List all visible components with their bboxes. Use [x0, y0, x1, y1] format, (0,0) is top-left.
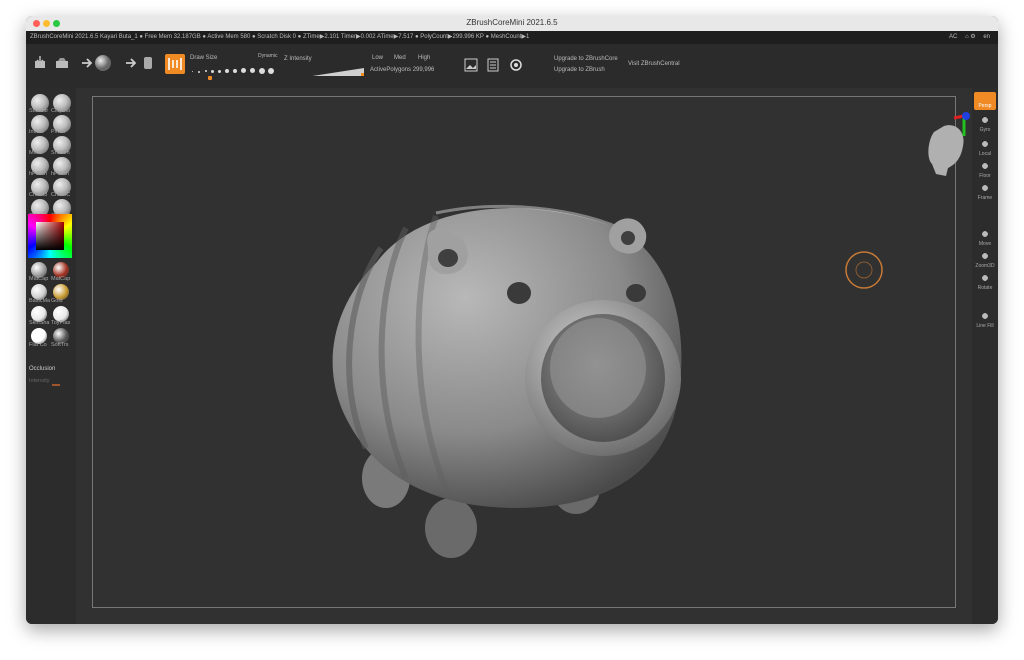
shelf-label: Local [979, 151, 991, 157]
window-title: ZBrushCoreMini 2021.6.5 [466, 18, 558, 27]
brush-label: hPolish [29, 171, 48, 177]
pig-model[interactable] [76, 88, 972, 624]
image-icon[interactable] [464, 58, 478, 72]
shelf-label: Rotate [977, 285, 993, 291]
shelf-label: Move [978, 241, 992, 247]
shelf-label: Zoom3D [975, 263, 995, 269]
material-label: Gold [51, 298, 63, 304]
upgrade-core-link[interactable]: Upgrade to ZBrushCore [554, 56, 618, 62]
status-text: ZBrushCoreMini 2021.6.5 Kayari Buta_1 ● … [30, 34, 530, 40]
brush-label: Inflate [29, 129, 44, 135]
shelf-label: Line Fill [976, 323, 994, 329]
color-picker[interactable] [28, 214, 72, 258]
material-label: Flat Co [29, 342, 47, 348]
top-toolbar: Draw Size Dynamic Z Intensity Low Med Hi… [26, 44, 998, 89]
z-intensity-slider[interactable] [306, 66, 364, 76]
shelf-button[interactable] [978, 138, 992, 150]
status-bar: ZBrushCoreMini 2021.6.5 Kayari Buta_1 ● … [26, 31, 998, 44]
active-polygons: ActivePolygons 299,996 [370, 67, 435, 73]
shelf-label: Floor [979, 173, 991, 179]
brush-label: Chisel3 [29, 192, 48, 198]
status-language[interactable]: en [983, 34, 990, 40]
resolution-low[interactable]: Low [372, 55, 383, 61]
color-picker-square[interactable] [36, 222, 64, 250]
status-ac[interactable]: AC [949, 34, 957, 40]
document-icon[interactable] [486, 58, 500, 72]
navigation-head-icon [928, 125, 964, 176]
shelf-button[interactable] [978, 250, 992, 262]
brush-label: Snakeh [51, 150, 70, 156]
shelf-button[interactable] [978, 160, 992, 172]
menu-icons[interactable]: ⌂ ⚙ [965, 34, 976, 40]
brush-label: ChiselC [51, 192, 71, 198]
title-bar: ZBrushCoreMini 2021.6.5 [26, 16, 998, 32]
left-palette: Standar ClayBui Inflate Pinch Move Snakeh hPol… [26, 88, 76, 624]
brush-label: Move [29, 150, 43, 156]
intensity-label: Intensity [29, 378, 50, 384]
material-label: MatCap [29, 276, 49, 282]
export-icon[interactable] [54, 55, 70, 71]
upgrade-zbrush-link[interactable]: Upgrade to ZBrush [554, 67, 605, 73]
app-window: ZBrushCoreMini 2021.6.5 ZBrushCoreMini 2… [26, 16, 998, 624]
draw-size-label: Draw Size [190, 55, 218, 61]
shelf-button[interactable] [978, 228, 992, 240]
shelf-button[interactable] [978, 272, 992, 284]
resolution-high[interactable]: High [418, 55, 430, 61]
draw-icon [168, 58, 182, 70]
shelf-button[interactable] [978, 114, 992, 126]
z-intensity-label: Z Intensity [284, 56, 312, 62]
arrow-right-icon [126, 58, 137, 68]
draw-button[interactable] [165, 54, 185, 74]
import-icon[interactable] [32, 55, 48, 71]
shelf-button[interactable] [978, 310, 992, 322]
visit-zbrushcentral-link[interactable]: Visit ZBrushCentral [628, 61, 680, 67]
material-label: ToyPlas [51, 320, 71, 326]
right-shelf: Persp Gyro Local Floor Frame Move Zoom3D Rotate… [972, 88, 998, 624]
material-label: BasicMa [29, 298, 51, 304]
brush-label: ClayBui [51, 108, 70, 114]
sphere-tool-icon[interactable] [94, 54, 112, 72]
shelf-label: Gyro [979, 127, 991, 133]
material-label: SoftTrs [51, 342, 69, 348]
material-label: SkinSha [29, 320, 50, 326]
cylinder-tool-icon[interactable] [140, 55, 156, 71]
brush-label: hPolish [51, 171, 70, 177]
document-canvas[interactable] [76, 88, 972, 624]
status-right-group: AC ⌂ ⚙ en [943, 31, 990, 44]
resolution-med[interactable]: Med [394, 55, 406, 61]
occlusion-label[interactable]: Occlusion [29, 366, 55, 372]
draw-size-slider[interactable] [192, 66, 274, 80]
material-label: MatCap [51, 276, 71, 282]
shelf-label: Persp [978, 103, 992, 109]
intensity-slider[interactable] [52, 384, 60, 386]
brush-label: Pinch [51, 129, 65, 135]
shelf-label: Frame [977, 195, 993, 201]
camera-icon[interactable] [508, 56, 524, 72]
dynamic-label[interactable]: Dynamic [258, 53, 277, 59]
shelf-button[interactable] [978, 182, 992, 194]
brush-label: Standar [29, 108, 49, 114]
